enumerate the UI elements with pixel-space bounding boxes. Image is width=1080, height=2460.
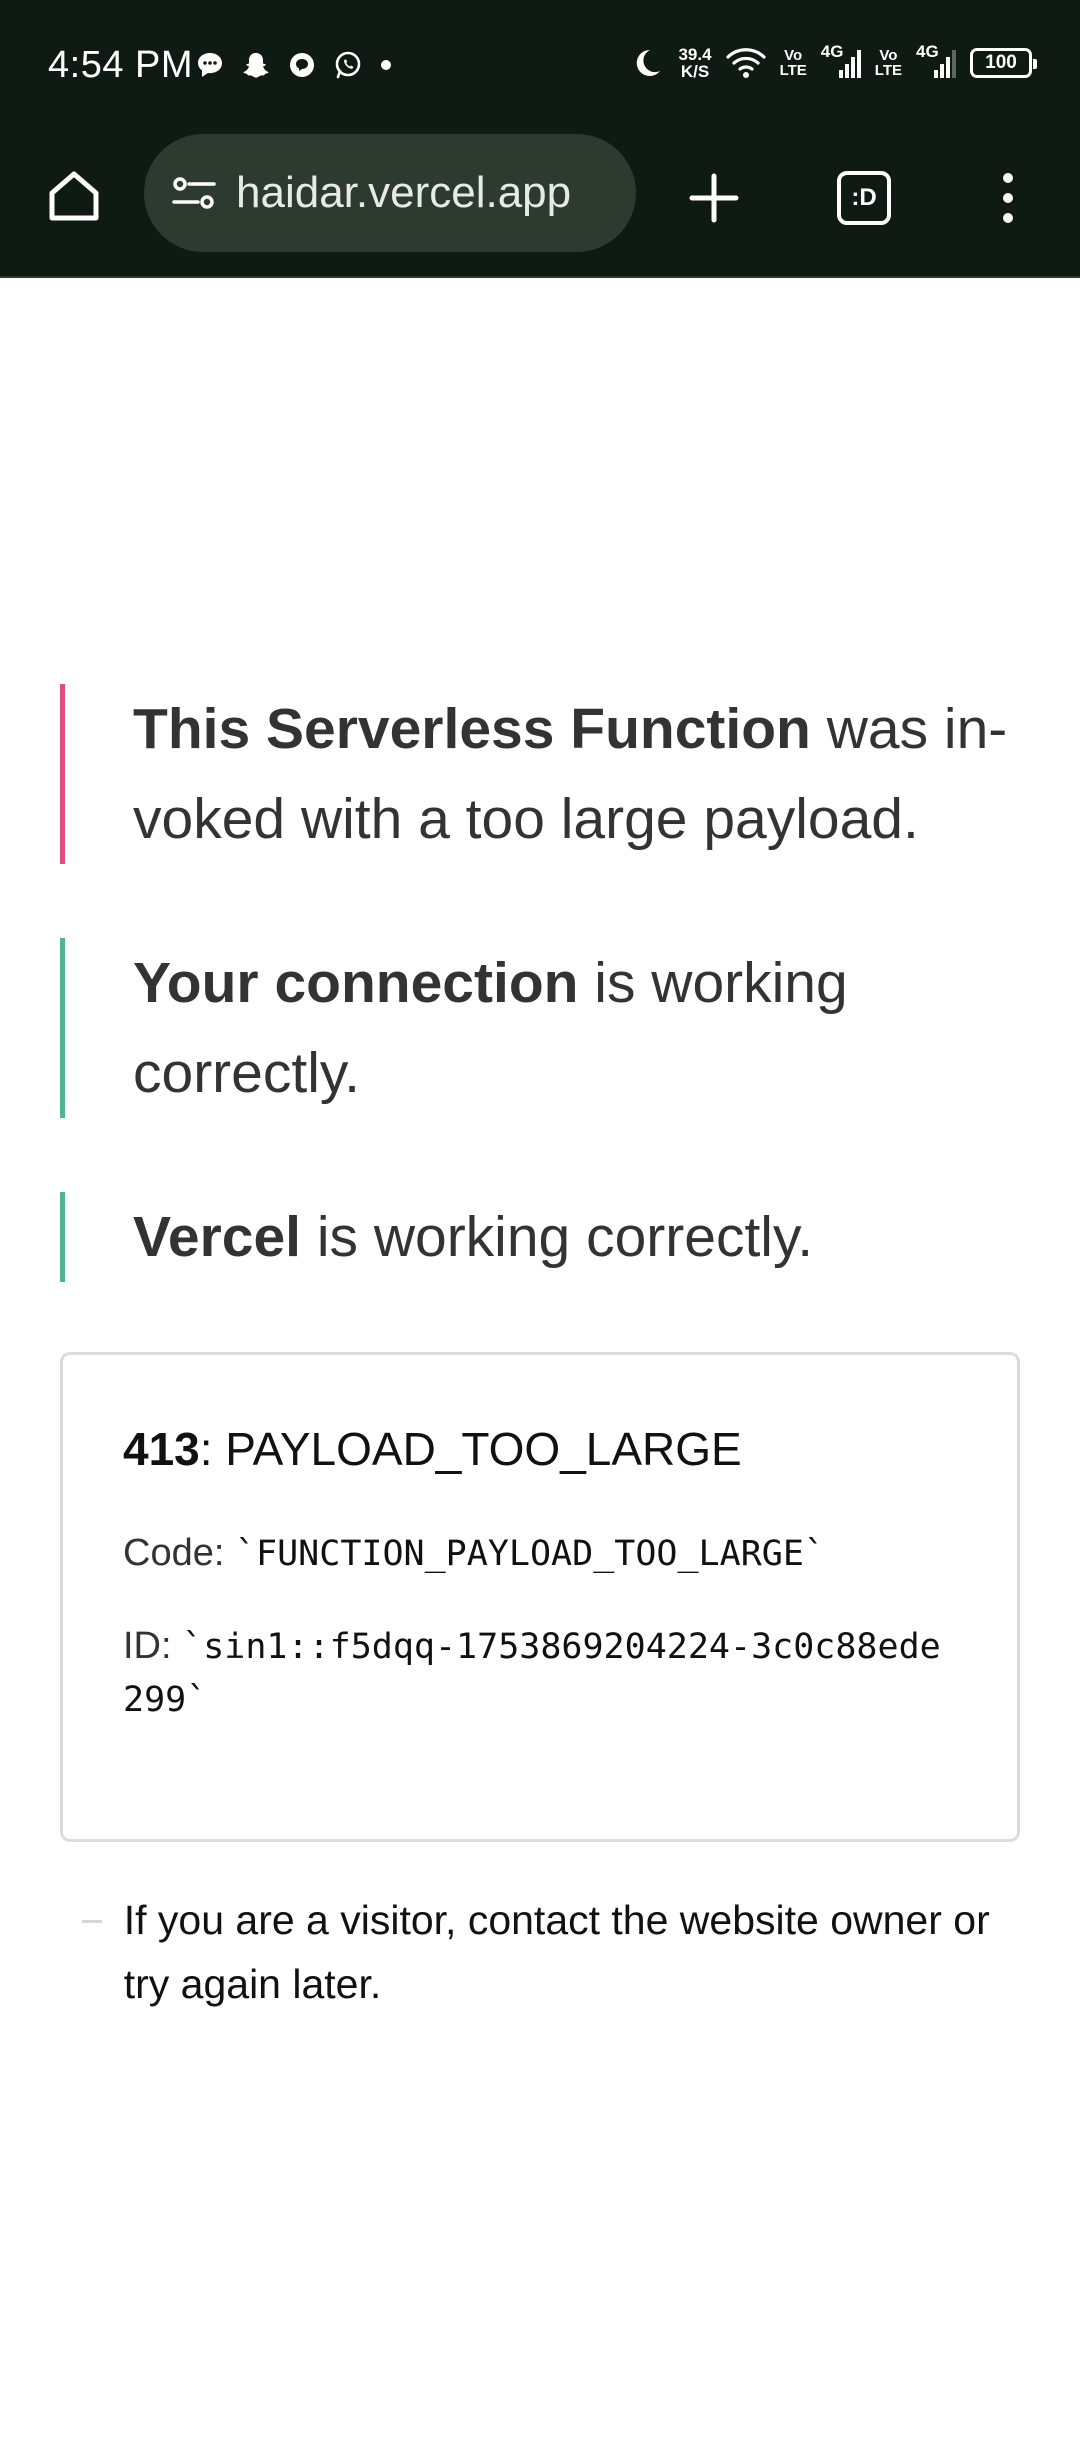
status-bar: 4:54 PM 39.4 K/S Vo LTE 4G Vo LTE 4G 100 — [0, 0, 1080, 130]
volte-indicator-1: Vo LTE — [780, 48, 807, 78]
error-code-value: `FUNCTION_PAYLOAD_TOO_LARGE` — [234, 1534, 825, 1574]
list-dash-icon — [60, 1888, 124, 2016]
more-notifications-dot-icon — [381, 60, 391, 70]
status-time: 4:54 PM — [48, 44, 194, 86]
connection-status-notice: Your connection is working correctly. — [60, 938, 1020, 1118]
plus-icon — [689, 173, 739, 223]
snapchat-icon — [243, 53, 269, 78]
notification-icons — [195, 50, 393, 80]
battery-icon: 100 — [970, 48, 1037, 78]
home-icon — [49, 171, 99, 221]
url-text[interactable]: haidar.vercel.app — [236, 168, 571, 218]
volte-bottom-label: LTE — [874, 62, 902, 79]
page-content: This Serverless Function was in-voked wi… — [0, 280, 1080, 2460]
tab-switcher-icon: :D — [837, 171, 891, 225]
cell-signal-1: 4G — [821, 42, 861, 80]
tab-switcher-button[interactable]: :D — [826, 160, 902, 236]
home-button[interactable] — [36, 158, 112, 234]
volte-bottom-label: LTE — [779, 62, 807, 79]
browser-toolbar: haidar.vercel.app :D — [0, 130, 1080, 278]
error-title: 413: PAYLOAD_TOO_LARGE — [123, 1419, 957, 1479]
wifi-icon — [725, 48, 766, 78]
error-details-box: 413: PAYLOAD_TOO_LARGE Code: `FUNCTION_P… — [60, 1352, 1020, 1842]
chat-app-icon — [290, 53, 314, 77]
vercel-status-notice: Vercel is working correctly. — [60, 1192, 1020, 1282]
error-code-line: Code: `FUNCTION_PAYLOAD_TOO_LARGE` — [123, 1527, 957, 1580]
message-icon — [198, 53, 222, 77]
function-error-notice: This Serverless Function was in-voked wi… — [60, 684, 1020, 864]
error-id-label: ID: — [123, 1625, 183, 1667]
site-settings-button[interactable] — [168, 167, 220, 219]
volte-indicator-2: Vo LTE — [875, 48, 902, 78]
whatsapp-icon — [335, 51, 361, 79]
site-settings-icon — [172, 177, 216, 209]
network-speed-value: 39.4 — [678, 45, 712, 64]
signal-bars-icon — [838, 50, 861, 78]
help-message: If you are a visitor, contact the websit… — [60, 1888, 1020, 2016]
new-tab-button[interactable] — [676, 160, 752, 236]
error-id-line: ID: `sin1::f5dqq-1753869204224-3c0c88ede… — [123, 1620, 957, 1726]
error-status-code: 413 — [123, 1423, 200, 1475]
network-speed: 39.4 K/S — [678, 46, 711, 80]
signal-bars-icon — [934, 50, 956, 78]
address-bar[interactable]: haidar.vercel.app — [144, 134, 636, 252]
network-speed-unit: K/S — [680, 62, 710, 81]
notice-bold-text: This Serverless Function — [133, 697, 811, 761]
error-code-label: Code: — [123, 1532, 235, 1574]
do-not-disturb-moon-icon — [637, 49, 661, 76]
overflow-menu-button[interactable] — [976, 160, 1040, 236]
cell-signal-2: 4G — [916, 42, 956, 80]
system-status-icons: 39.4 K/S Vo LTE 4G Vo LTE 4G 100 — [630, 42, 1037, 80]
error-status-text: : PAYLOAD_TOO_LARGE — [199, 1423, 742, 1475]
notice-bold-text: Vercel — [133, 1205, 301, 1269]
more-vertical-icon — [1003, 173, 1013, 223]
volte-top-label: Vo — [784, 47, 803, 64]
error-id-value: `sin1::f5dqq-1753869204224-3c0c88ede299` — [123, 1627, 941, 1720]
battery-level: 100 — [985, 52, 1017, 73]
notice-text: is working correctly. — [301, 1205, 814, 1269]
volte-top-label: Vo — [879, 47, 898, 64]
notice-bold-text: Your connection — [133, 951, 579, 1015]
tab-switcher-label: :D — [851, 184, 877, 211]
help-text: If you are a visitor, contact the websit… — [123, 1897, 990, 2007]
